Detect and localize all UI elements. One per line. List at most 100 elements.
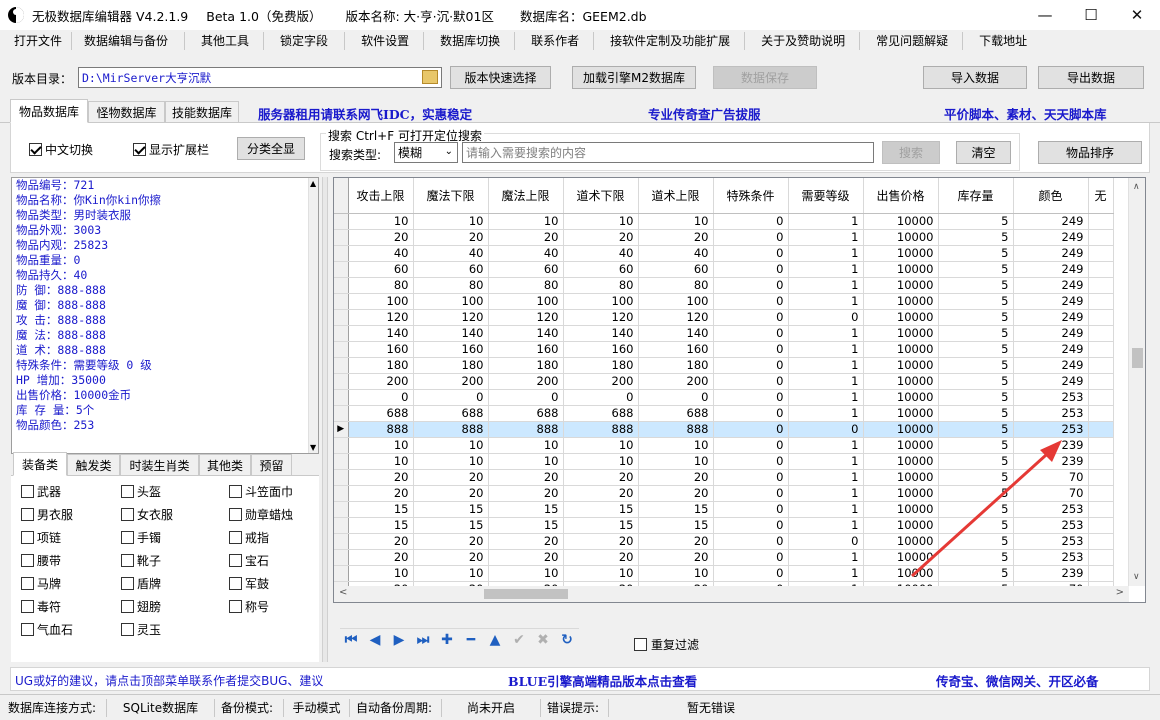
table-cell[interactable]: 20 bbox=[563, 533, 639, 550]
table-cell[interactable]: 0 bbox=[713, 405, 789, 422]
table-cell[interactable]: 249 bbox=[1013, 373, 1089, 390]
sort-items-button[interactable]: 物品排序 bbox=[1038, 141, 1142, 164]
table-cell[interactable]: 40 bbox=[563, 245, 639, 262]
table-cell[interactable]: 10 bbox=[563, 565, 639, 582]
table-cell[interactable]: 0 bbox=[713, 565, 789, 582]
row-header[interactable] bbox=[334, 517, 349, 534]
row-header[interactable] bbox=[334, 325, 349, 342]
category-checkbox[interactable]: 靴子 bbox=[121, 552, 161, 569]
column-header[interactable]: 出售价格 bbox=[863, 178, 939, 214]
table-cell[interactable]: 160 bbox=[563, 341, 639, 358]
table-cell[interactable]: 1 bbox=[788, 229, 864, 246]
last-record-icon[interactable]: ⏭ bbox=[414, 631, 432, 649]
table-cell[interactable]: 0 bbox=[713, 229, 789, 246]
table-row[interactable]: 200 200 200 200 200 0 1 10000 5 249 bbox=[334, 373, 1114, 390]
category-checkbox[interactable]: 武器 bbox=[21, 483, 61, 500]
table-cell[interactable]: 0 bbox=[713, 341, 789, 358]
table-cell[interactable] bbox=[1088, 533, 1114, 550]
table-cell[interactable]: 10 bbox=[413, 565, 489, 582]
row-header[interactable] bbox=[334, 309, 349, 326]
category-checkbox[interactable]: 斗笠面巾 bbox=[229, 483, 293, 500]
table-cell[interactable]: 80 bbox=[413, 277, 489, 294]
category-checkbox[interactable]: 军鼓 bbox=[229, 575, 269, 592]
table-cell[interactable]: 0 bbox=[713, 357, 789, 374]
table-cell[interactable]: 249 bbox=[1013, 357, 1089, 374]
table-cell[interactable]: 80 bbox=[348, 277, 414, 294]
column-header[interactable]: 攻击上限 bbox=[348, 178, 414, 214]
menu-settings[interactable]: 软件设置 bbox=[345, 32, 425, 50]
table-cell[interactable]: 0 bbox=[563, 389, 639, 406]
table-cell[interactable]: 20 bbox=[413, 229, 489, 246]
table-cell[interactable] bbox=[1088, 277, 1114, 294]
table-cell[interactable]: 1 bbox=[788, 245, 864, 262]
table-cell[interactable]: 15 bbox=[488, 517, 564, 534]
table-cell[interactable]: 1 bbox=[788, 453, 864, 470]
table-cell[interactable]: 1 bbox=[788, 565, 864, 582]
table-cell[interactable]: 1 bbox=[788, 341, 864, 358]
search-input[interactable]: 请输入需要搜索的内容 bbox=[462, 142, 874, 163]
table-cell[interactable]: 180 bbox=[413, 357, 489, 374]
table-cell[interactable]: 688 bbox=[563, 405, 639, 422]
row-header[interactable] bbox=[334, 485, 349, 502]
table-row[interactable]: 80 80 80 80 80 0 1 10000 5 249 bbox=[334, 277, 1114, 294]
table-cell[interactable] bbox=[1088, 325, 1114, 342]
table-cell[interactable]: 5 bbox=[938, 325, 1014, 342]
row-header[interactable] bbox=[334, 453, 349, 470]
bottom-ad-gateway[interactable]: 传奇宝、微信网关、开区必备 bbox=[936, 671, 1099, 690]
column-header[interactable]: 魔法下限 bbox=[413, 178, 489, 214]
table-cell[interactable]: 0 bbox=[713, 245, 789, 262]
table-cell[interactable]: 15 bbox=[413, 501, 489, 518]
table-cell[interactable]: 5 bbox=[938, 229, 1014, 246]
scroll-thumb[interactable] bbox=[1132, 348, 1143, 368]
table-cell[interactable] bbox=[1088, 389, 1114, 406]
row-header[interactable] bbox=[334, 405, 349, 422]
search-button[interactable]: 搜索 bbox=[882, 141, 940, 164]
table-cell[interactable]: 5 bbox=[938, 405, 1014, 422]
table-row[interactable]: 180 180 180 180 180 0 1 10000 5 249 bbox=[334, 357, 1114, 374]
panel-splitter[interactable] bbox=[322, 177, 328, 662]
category-checkbox[interactable]: 翅膀 bbox=[121, 598, 161, 615]
table-cell[interactable]: 60 bbox=[563, 261, 639, 278]
table-cell[interactable]: 10000 bbox=[863, 373, 939, 390]
import-data-button[interactable]: 导入数据 bbox=[923, 66, 1027, 89]
table-cell[interactable]: 20 bbox=[413, 549, 489, 566]
table-cell[interactable]: 249 bbox=[1013, 325, 1089, 342]
ad-idc[interactable]: 服务器租用请联系网飞IDC，实惠稳定 bbox=[258, 104, 472, 123]
table-cell[interactable]: 160 bbox=[413, 341, 489, 358]
table-cell[interactable] bbox=[1088, 357, 1114, 374]
table-cell[interactable]: 10000 bbox=[863, 261, 939, 278]
table-cell[interactable]: 5 bbox=[938, 341, 1014, 358]
table-cell[interactable] bbox=[1088, 229, 1114, 246]
table-cell[interactable]: 100 bbox=[413, 293, 489, 310]
table-cell[interactable]: 5 bbox=[938, 261, 1014, 278]
delete-record-icon[interactable]: ━ bbox=[462, 631, 480, 649]
table-row[interactable]: 160 160 160 160 160 0 1 10000 5 249 bbox=[334, 341, 1114, 358]
menu-faq[interactable]: 常见问题解疑 bbox=[860, 32, 964, 50]
category-checkbox[interactable]: 女衣服 bbox=[121, 506, 173, 523]
table-cell[interactable]: 60 bbox=[413, 261, 489, 278]
table-cell[interactable]: 888 bbox=[488, 421, 564, 438]
close-icon[interactable]: ✕ bbox=[1114, 0, 1160, 30]
table-cell[interactable]: 20 bbox=[413, 533, 489, 550]
save-data-button[interactable]: 数据保存 bbox=[713, 66, 817, 89]
maximize-icon[interactable]: ☐ bbox=[1068, 0, 1114, 30]
table-cell[interactable]: 888 bbox=[563, 421, 639, 438]
table-cell[interactable]: 0 bbox=[788, 309, 864, 326]
column-header[interactable]: 需要等级 bbox=[788, 178, 864, 214]
tab-items[interactable]: 物品数据库 bbox=[10, 99, 88, 123]
table-cell[interactable]: 200 bbox=[488, 373, 564, 390]
table-cell[interactable]: 140 bbox=[488, 325, 564, 342]
category-checkbox[interactable]: 头盔 bbox=[121, 483, 161, 500]
next-record-icon[interactable]: ▶ bbox=[390, 631, 408, 649]
column-header[interactable]: 道术下限 bbox=[563, 178, 639, 214]
table-cell[interactable]: 0 bbox=[488, 389, 564, 406]
table-cell[interactable]: 888 bbox=[348, 421, 414, 438]
row-header[interactable] bbox=[334, 245, 349, 262]
table-cell[interactable]: 20 bbox=[563, 485, 639, 502]
table-cell[interactable]: 60 bbox=[638, 261, 714, 278]
category-checkbox[interactable]: 腰带 bbox=[21, 552, 61, 569]
table-cell[interactable]: 10 bbox=[348, 213, 414, 230]
scroll-right-icon[interactable]: > bbox=[1116, 587, 1124, 598]
table-cell[interactable]: 10000 bbox=[863, 341, 939, 358]
table-cell[interactable] bbox=[1088, 565, 1114, 582]
